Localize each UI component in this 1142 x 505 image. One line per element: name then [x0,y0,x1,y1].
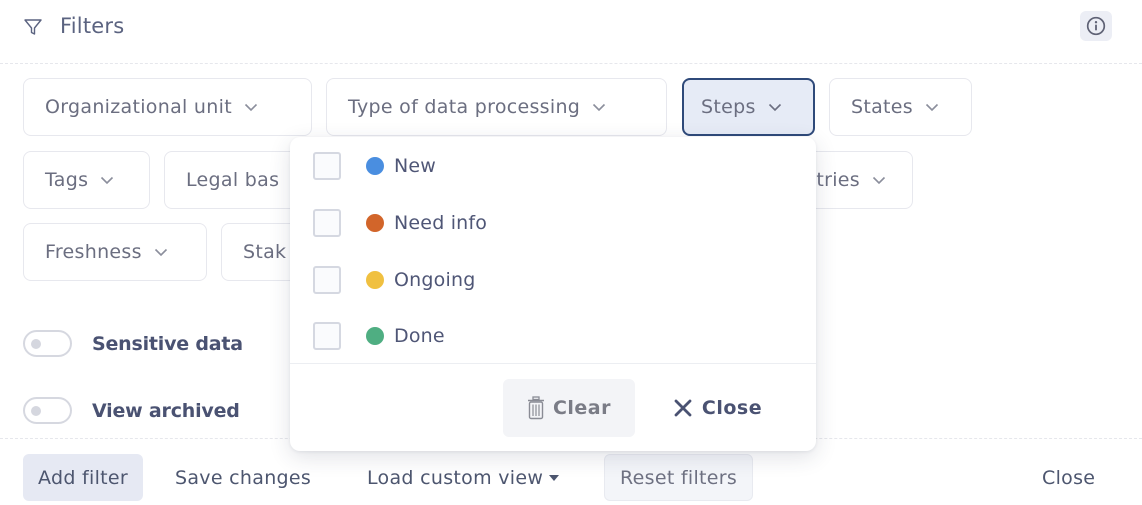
add-filter-button[interactable]: Add filter [23,454,144,501]
switch-knob [31,406,41,416]
filter-label: Stak [243,241,287,263]
toggle-label: Sensitive data [92,332,243,355]
filter-label: tries [816,169,860,191]
filter-organizational-unit[interactable]: Organizational unit [23,78,312,136]
sensitive-data-switch[interactable] [23,330,72,357]
filter-tags[interactable]: Tags [23,151,150,209]
save-changes-button[interactable]: Save changes [175,454,311,501]
filter-label: Freshness [45,241,142,263]
close-label: Close [701,397,763,419]
toggle-label: View archived [92,399,240,422]
dropdown-footer: Clear Close [290,363,816,451]
filter-type-of-data-processing[interactable]: Type of data processing [326,78,667,136]
view-archived-switch[interactable] [23,397,72,424]
chevron-down-icon [872,176,886,184]
funnel-icon [24,19,42,35]
reset-filters-button[interactable]: Reset filters [604,454,754,501]
chevron-down-icon [101,176,114,184]
chevron-down-icon [593,103,606,111]
info-button[interactable] [1080,11,1112,41]
reset-filters-label: Reset filters [620,466,738,489]
status-dot [366,157,384,175]
close-label: Close [1042,466,1096,489]
step-option-new[interactable]: New [290,138,816,194]
close-icon [674,399,692,417]
filter-freshness[interactable]: Freshness [23,223,207,281]
chevron-down-icon [768,103,781,111]
filter-label: Tags [45,169,89,191]
step-option-ongoing[interactable]: Ongoing [290,252,816,308]
chevron-down-icon [154,248,167,256]
option-label: Ongoing [394,269,476,291]
status-dot [366,271,384,289]
checkbox[interactable] [313,152,341,180]
filter-steps[interactable]: Steps [682,78,815,136]
filter-states[interactable]: States [829,78,972,136]
steps-dropdown: New Need info Ongoing Done Clear Close [290,137,816,451]
info-icon [1086,16,1106,36]
status-dot [366,214,384,232]
dropdown-close-button[interactable]: Close [658,379,778,437]
caret-down-icon [549,474,560,481]
step-option-need-info[interactable]: Need info [290,195,816,251]
step-option-done[interactable]: Done [290,308,816,364]
load-custom-view-button[interactable]: Load custom view [367,454,560,501]
filter-label: Type of data processing [348,96,581,118]
page-title: Filters [60,14,125,38]
filter-label: States [851,96,913,118]
option-label: Need info [394,212,488,234]
toggle-view-archived[interactable]: View archived [23,397,240,424]
checkbox[interactable] [313,322,341,350]
clear-label: Clear [552,397,612,419]
filters-header: Filters [0,0,1142,64]
option-label: Done [394,325,445,347]
save-changes-label: Save changes [175,466,312,489]
status-dot [366,327,384,345]
filter-label: Legal bas [186,169,280,191]
switch-knob [31,339,41,349]
add-filter-label: Add filter [38,466,129,489]
toggle-sensitive-data[interactable]: Sensitive data [23,330,243,357]
filter-label: Steps [701,96,756,118]
close-button[interactable]: Close [1042,454,1095,501]
chevron-down-icon [925,103,939,111]
chevron-down-icon [244,103,258,111]
option-label: New [394,155,437,177]
trash-icon [527,396,544,420]
filter-label: Organizational unit [45,96,232,118]
load-custom-view-label: Load custom view [367,466,544,489]
checkbox[interactable] [313,266,341,294]
checkbox[interactable] [313,209,341,237]
clear-button[interactable]: Clear [503,379,635,437]
